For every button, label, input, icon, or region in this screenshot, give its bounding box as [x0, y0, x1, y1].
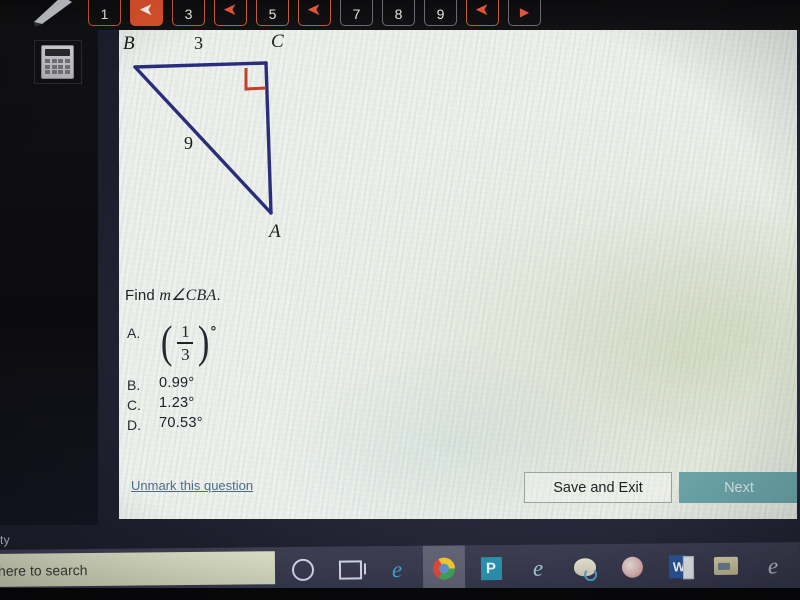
prompt-math: m∠CBA [159, 287, 217, 304]
pen-tool-icon[interactable] [22, 0, 80, 28]
choice-letter-a: A. [127, 325, 141, 341]
side-length-bc: 3 [194, 33, 203, 53]
right-paren: ) [198, 316, 210, 367]
internet-explorer-icon[interactable]: e [525, 555, 551, 581]
question-nav-button-7[interactable]: 7 [340, 0, 373, 26]
choice-text-d: 70.53° [159, 415, 203, 431]
calculator-button[interactable] [34, 40, 82, 84]
choice-a-fraction: ( 1 3 ) ° [159, 316, 217, 367]
question-prompt: Find m∠CBA. [125, 285, 221, 305]
flag-icon: ➤ [475, 0, 490, 19]
quiz-panel: B C A 3 9 Find m∠CBA. A. ( 1 3) ° B. 0.… [119, 27, 797, 519]
choice-option-a[interactable]: A. ( 1 3 ) ° [127, 316, 457, 367]
file-explorer-icon[interactable] [713, 553, 739, 579]
question-nav-button-3[interactable]: 3 [172, 0, 205, 26]
question-nav-label: 8 [394, 6, 403, 22]
next-button[interactable]: Next [679, 472, 797, 503]
prompt-prefix: Find [125, 287, 160, 304]
pearson-letter: P [480, 556, 502, 580]
calculator-display [45, 49, 70, 56]
search-placeholder: here to search [0, 561, 88, 579]
choice-letter-c: C. [127, 397, 141, 413]
photo-bottom-edge [0, 588, 800, 600]
question-nav-label: 5 [268, 6, 277, 22]
screen-photo: B C A 3 9 Find m∠CBA. A. ( 1 3) ° B. 0.… [0, 0, 800, 600]
question-navigation: 1 ➤ 3 ➤ 5 ➤ 7 8 9 ➤ ▶ [88, 0, 541, 28]
flag-icon: ➤ [223, 0, 238, 19]
taskbar-search-input[interactable]: here to search [0, 551, 276, 588]
question-nav-button-5[interactable]: 5 [256, 0, 289, 26]
question-nav-label: 7 [352, 6, 361, 22]
calculator-icon [41, 45, 74, 79]
word-icon[interactable]: W [666, 553, 692, 579]
edge-icon[interactable]: e [384, 556, 410, 582]
left-paren: ( [160, 316, 173, 367]
triangle-figure: B C A 3 9 [119, 31, 419, 291]
fraction-denominator: 3 [181, 344, 190, 364]
question-nav-next-button[interactable]: ▶ [508, 0, 541, 26]
choice-text-b: 0.99° [159, 375, 195, 391]
flag-icon: ➤ [307, 0, 322, 19]
question-nav-button-2-current[interactable]: ➤ [130, 0, 163, 26]
vertex-label-b: B [123, 33, 135, 54]
question-nav-label: 1 [100, 6, 109, 22]
question-nav-button-8[interactable]: 8 [382, 0, 415, 26]
vertex-label-c: C [271, 31, 284, 52]
question-nav-button-10[interactable]: ➤ [466, 0, 499, 26]
unmark-question-link[interactable]: Unmark this question [131, 478, 253, 493]
degree-symbol: ° [210, 323, 217, 339]
fraction-numerator: 1 [181, 322, 190, 341]
calculator-keys [45, 59, 70, 74]
taskbar-icons: e P e W e [280, 542, 786, 593]
question-nav-label: 9 [436, 6, 445, 22]
next-arrow-icon: ▶ [519, 5, 530, 19]
side-length-ba: 9 [184, 133, 193, 153]
mail-icon[interactable] [619, 554, 645, 580]
choice-option-b[interactable]: B. 0.99° [127, 375, 457, 393]
choice-option-c[interactable]: C. 1.23° [127, 395, 457, 413]
answer-choices: A. ( 1 3 ) ° B. 0.99° C. 1.23° D. 70.53° [127, 316, 457, 435]
flag-icon: ➤ [139, 0, 154, 19]
choice-letter-d: D. [127, 417, 141, 433]
choice-letter-b: B. [127, 377, 141, 393]
vertex-label-a: A [269, 221, 281, 242]
prompt-suffix: . [216, 287, 221, 304]
photos-icon[interactable] [572, 554, 598, 580]
save-and-exit-button[interactable]: Save and Exit [524, 472, 672, 503]
cortana-icon[interactable] [290, 557, 316, 583]
ie-legacy-icon[interactable]: e [760, 552, 786, 578]
desktop-text-fragment: ty [0, 533, 10, 547]
choice-text-c: 1.23° [159, 395, 195, 411]
question-nav-button-6[interactable]: ➤ [298, 0, 331, 26]
question-nav-button-1[interactable]: 1 [88, 0, 121, 26]
word-letter: W [668, 554, 690, 578]
question-nav-button-4[interactable]: ➤ [214, 0, 247, 26]
question-nav-button-9[interactable]: 9 [424, 0, 457, 26]
fraction-bar [177, 342, 194, 344]
pearson-icon[interactable]: P [478, 555, 504, 581]
question-nav-label: 3 [184, 6, 193, 22]
task-view-icon[interactable] [337, 556, 363, 582]
chrome-icon[interactable] [431, 555, 457, 581]
choice-option-d[interactable]: D. 70.53° [127, 415, 457, 433]
